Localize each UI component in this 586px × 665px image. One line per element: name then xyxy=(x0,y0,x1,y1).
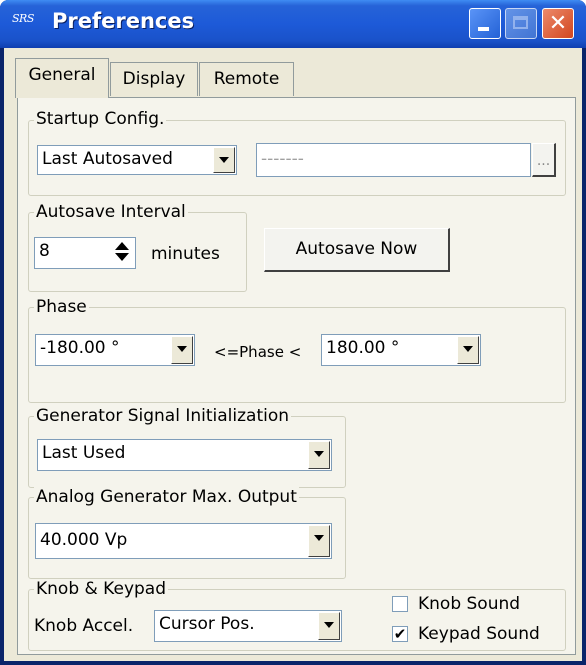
chevron-down-icon[interactable] xyxy=(318,612,340,640)
phase-legend: Phase xyxy=(34,297,89,317)
generator-init-value: Last Used xyxy=(42,443,126,463)
tab-remote-label: Remote xyxy=(213,69,280,89)
tab-display[interactable]: Display xyxy=(110,62,198,96)
autosave-interval-value: 8 xyxy=(39,241,50,261)
close-button[interactable]: ✕ xyxy=(542,8,574,39)
phase-min-value: -180.00 ° xyxy=(40,338,120,358)
knob-accel-label: Knob Accel. xyxy=(34,616,134,636)
knob-keypad-legend: Knob & Keypad xyxy=(34,579,168,599)
phase-relation-label: <=Phase < xyxy=(214,343,302,361)
knob-sound-checkbox[interactable] xyxy=(392,596,408,612)
startup-file-path-field[interactable]: ------- xyxy=(256,143,531,177)
chevron-down-icon[interactable] xyxy=(308,525,330,557)
knob-sound-label: Knob Sound xyxy=(418,594,521,614)
tab-general[interactable]: General xyxy=(15,58,109,98)
browse-button[interactable]: ... xyxy=(532,143,556,177)
srs-logo-icon: SRS xyxy=(12,12,34,25)
spinner-arrows-icon[interactable] xyxy=(114,241,132,263)
chevron-down-icon[interactable] xyxy=(171,336,193,364)
autosave-now-label: Autosave Now xyxy=(295,239,418,259)
tab-general-label: General xyxy=(28,65,96,85)
analog-max-output-legend: Analog Generator Max. Output xyxy=(34,487,299,507)
maximize-button xyxy=(505,8,537,39)
startup-file-path-value: ------- xyxy=(261,149,304,169)
tab-display-label: Display xyxy=(122,69,186,89)
startup-config-select[interactable]: Last Autosaved xyxy=(37,145,237,175)
knob-accel-value: Cursor Pos. xyxy=(159,614,255,634)
browse-button-label: ... xyxy=(536,153,551,169)
startup-config-value: Last Autosaved xyxy=(42,149,173,169)
keypad-sound-label: Keypad Sound xyxy=(418,624,540,644)
autosave-interval-input[interactable]: 8 xyxy=(34,237,136,269)
generator-init-select[interactable]: Last Used xyxy=(37,439,332,471)
tab-remote[interactable]: Remote xyxy=(199,62,294,96)
check-mark-icon: ✔ xyxy=(393,625,407,643)
autosave-now-button[interactable]: Autosave Now xyxy=(264,228,450,272)
autosave-unit-label: minutes xyxy=(151,244,220,264)
chevron-down-icon[interactable] xyxy=(457,336,479,364)
analog-max-output-value: 40.000 Vp xyxy=(40,530,128,550)
knob-accel-select[interactable]: Cursor Pos. xyxy=(154,610,342,642)
phase-min-select[interactable]: -180.00 ° xyxy=(35,334,195,366)
keypad-sound-checkbox[interactable]: ✔ xyxy=(392,626,408,642)
chevron-down-icon[interactable] xyxy=(213,147,235,173)
phase-max-value: 180.00 ° xyxy=(326,338,400,358)
generator-init-legend: Generator Signal Initialization xyxy=(34,406,292,426)
phase-max-select[interactable]: 180.00 ° xyxy=(321,334,481,366)
minimize-button[interactable] xyxy=(469,8,501,39)
chevron-down-icon[interactable] xyxy=(308,441,330,469)
general-tab-panel: Startup Config. Last Autosaved ------- .… xyxy=(17,97,576,655)
title-bar[interactable]: SRS Preferences ✕ xyxy=(0,0,586,48)
window-title: Preferences xyxy=(52,9,195,33)
startup-config-legend: Startup Config. xyxy=(34,109,167,129)
autosave-interval-legend: Autosave Interval xyxy=(34,202,188,222)
analog-max-output-select[interactable]: 40.000 Vp xyxy=(35,523,332,559)
